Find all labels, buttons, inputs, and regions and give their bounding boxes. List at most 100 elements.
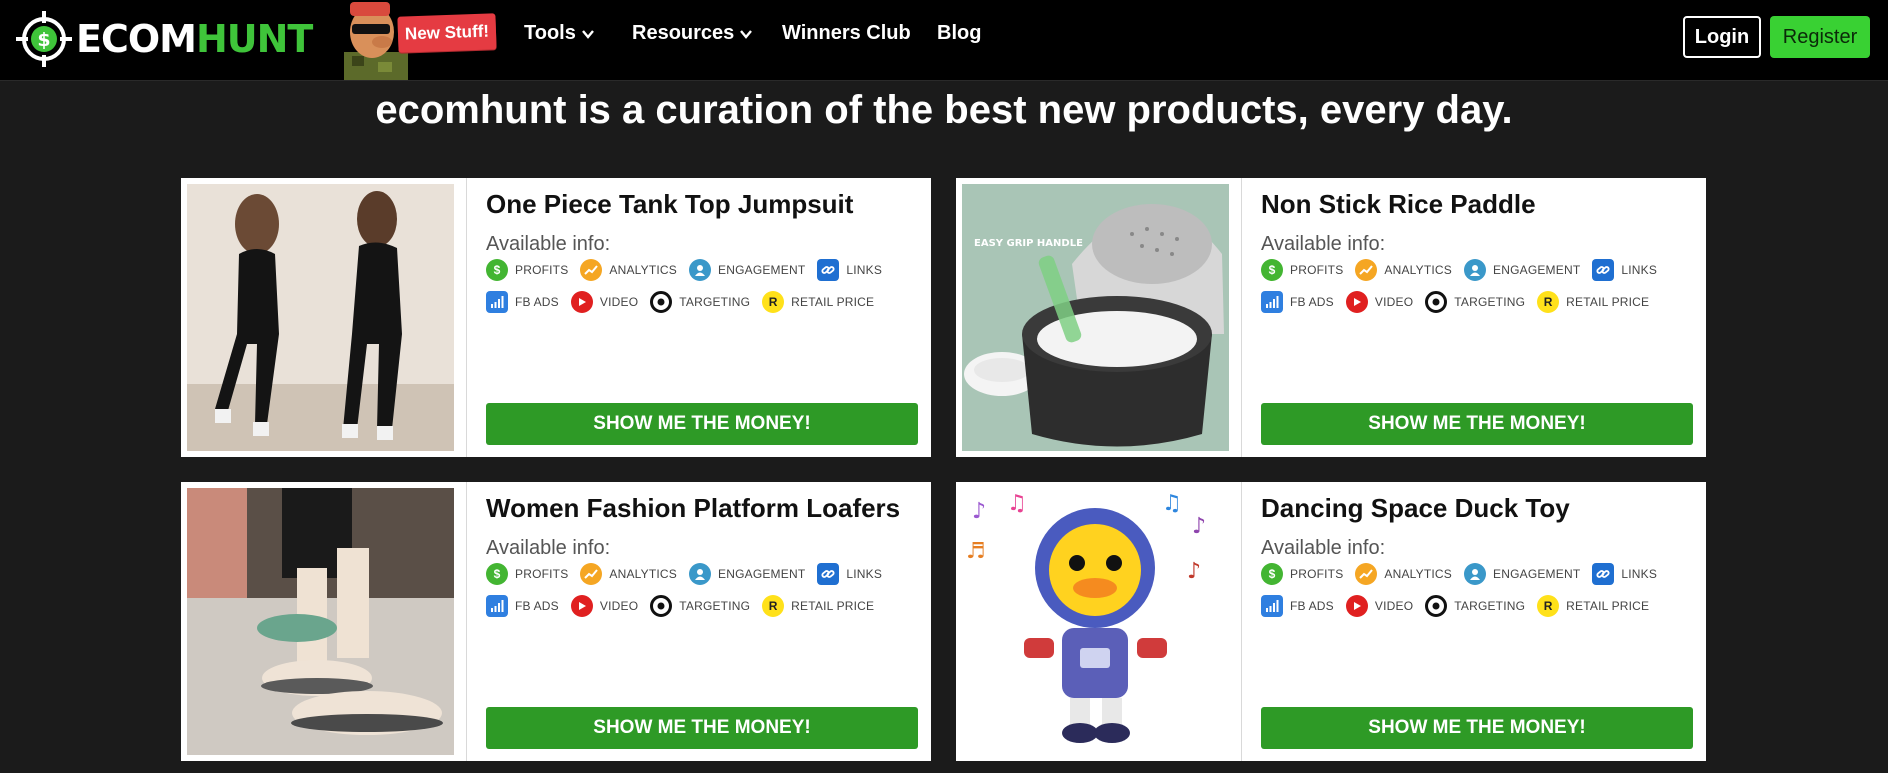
- product-title[interactable]: One Piece Tank Top Jumpsuit: [486, 189, 853, 220]
- tag-links: LINKS: [817, 259, 882, 281]
- dollar-icon: $: [1261, 563, 1283, 585]
- svg-text:♬: ♬: [966, 539, 986, 564]
- show-me-the-money-button[interactable]: SHOW ME THE MONEY!: [486, 403, 918, 445]
- info-tags-row: $ PROFITS ANALYTICS ENGAGEMENT LINKS: [1261, 259, 1669, 281]
- tag-fb-ads: FB ADS: [486, 595, 559, 617]
- tag-video: VIDEO: [570, 291, 638, 313]
- card-divider: [466, 178, 467, 457]
- tag-profits: $ PROFITS: [486, 259, 568, 281]
- card-divider: [466, 482, 467, 761]
- info-tags-row: $ PROFITS ANALYTICS ENGAGEMENT LINKS: [486, 259, 894, 281]
- link-icon: [817, 259, 840, 281]
- product-image[interactable]: [187, 488, 454, 755]
- ecomhunt-logo[interactable]: $ ECOMHUNT: [14, 6, 313, 72]
- target-icon: [650, 595, 673, 617]
- nav-resources[interactable]: Resources: [632, 22, 753, 45]
- available-info-label: Available info:: [1261, 233, 1386, 255]
- user-icon: [689, 259, 712, 281]
- info-tags-row: FB ADS VIDEO TARGETING R RETAIL PRICE: [1261, 291, 1661, 313]
- tag-links: LINKS: [817, 563, 882, 585]
- available-info-label: Available info:: [486, 233, 611, 255]
- product-image[interactable]: [187, 184, 454, 451]
- product-card: ♪ ♫ ♫ ♪ ♬ ♪ Dancing Space Duck Toy Avail…: [956, 482, 1706, 761]
- rice-cooker-paddle-photo: EASY GRIP HANDLE: [962, 184, 1229, 451]
- tag-targeting: TARGETING: [1425, 291, 1525, 313]
- tag-fb-ads: FB ADS: [1261, 291, 1334, 313]
- space-duck-toy-photo: ♪ ♫ ♫ ♪ ♬ ♪: [962, 488, 1229, 755]
- logo-wordmark: ECOMHUNT: [76, 17, 313, 61]
- play-icon: [1345, 595, 1368, 617]
- available-info-label: Available info:: [486, 537, 611, 559]
- tag-engagement: ENGAGEMENT: [1464, 563, 1580, 585]
- nav-resources-label: Resources: [632, 22, 735, 44]
- play-icon: [570, 595, 593, 617]
- tag-profits: $ PROFITS: [486, 563, 568, 585]
- svg-text:♪: ♪: [1187, 559, 1201, 584]
- tag-retail-price: R RETAIL PRICE: [762, 595, 874, 617]
- tag-profits: $ PROFITS: [1261, 563, 1343, 585]
- target-icon: [1425, 291, 1448, 313]
- chevron-down-icon: [581, 29, 594, 39]
- top-navbar: $ ECOMHUNT New Stuff! Tools Resources Wi…: [0, 0, 1888, 81]
- tag-retail-price: R RETAIL PRICE: [1537, 291, 1649, 313]
- user-icon: [689, 563, 712, 585]
- product-title[interactable]: Women Fashion Platform Loafers: [486, 493, 900, 524]
- show-me-the-money-button[interactable]: SHOW ME THE MONEY!: [1261, 403, 1693, 445]
- link-icon: [1592, 259, 1615, 281]
- retail-r-icon: R: [762, 291, 785, 313]
- svg-text:♫: ♫: [1162, 491, 1182, 516]
- svg-text:♪: ♪: [1192, 514, 1206, 539]
- black-jumpsuit-photo: [187, 184, 454, 451]
- dollar-icon: $: [486, 563, 508, 585]
- nav-blog-label: Blog: [937, 22, 982, 44]
- info-tags-row: FB ADS VIDEO TARGETING R RETAIL PRICE: [1261, 595, 1661, 617]
- link-icon: [817, 563, 840, 585]
- dollar-icon: $: [1261, 259, 1283, 281]
- card-divider: [1241, 178, 1242, 457]
- retail-r-icon: R: [762, 595, 785, 617]
- product-title[interactable]: Dancing Space Duck Toy: [1261, 493, 1570, 524]
- retail-r-icon: R: [1537, 291, 1560, 313]
- bar-chart-icon: [1261, 595, 1283, 617]
- show-me-the-money-button[interactable]: SHOW ME THE MONEY!: [1261, 707, 1693, 749]
- product-card: One Piece Tank Top Jumpsuit Available in…: [181, 178, 931, 457]
- play-icon: [570, 291, 593, 313]
- nav-tools-label: Tools: [524, 22, 576, 44]
- register-button[interactable]: Register: [1770, 16, 1870, 58]
- crosshair-dollar-icon: $: [16, 11, 72, 67]
- tag-engagement: ENGAGEMENT: [1464, 259, 1580, 281]
- play-icon: [1345, 291, 1368, 313]
- new-stuff-badge[interactable]: New Stuff!: [397, 13, 497, 53]
- nav-winners-club[interactable]: Winners Club: [782, 22, 911, 45]
- tag-targeting: TARGETING: [1425, 595, 1525, 617]
- available-info-label: Available info:: [1261, 537, 1386, 559]
- show-me-the-money-button[interactable]: SHOW ME THE MONEY!: [486, 707, 918, 749]
- tag-targeting: TARGETING: [650, 291, 750, 313]
- nav-blog[interactable]: Blog: [937, 22, 981, 45]
- tag-video: VIDEO: [1345, 291, 1413, 313]
- tag-fb-ads: FB ADS: [1261, 595, 1334, 617]
- user-icon: [1464, 563, 1487, 585]
- nav-tools[interactable]: Tools: [524, 22, 594, 45]
- chevron-down-icon: [740, 29, 753, 39]
- product-title[interactable]: Non Stick Rice Paddle: [1261, 189, 1536, 220]
- login-button[interactable]: Login: [1683, 16, 1761, 58]
- analytics-icon: [1355, 259, 1378, 281]
- product-card: EASY GRIP HANDLE Non Stick Rice Paddle A…: [956, 178, 1706, 457]
- product-image[interactable]: EASY GRIP HANDLE: [962, 184, 1229, 451]
- product-image[interactable]: ♪ ♫ ♫ ♪ ♬ ♪: [962, 488, 1229, 755]
- svg-text:$: $: [37, 29, 50, 51]
- tag-links: LINKS: [1592, 563, 1657, 585]
- page-headline: ecomhunt is a curation of the best new p…: [375, 88, 1513, 132]
- info-tags-row: $ PROFITS ANALYTICS ENGAGEMENT LINKS: [486, 563, 894, 585]
- retail-r-icon: R: [1537, 595, 1560, 617]
- tag-analytics: ANALYTICS: [1355, 259, 1452, 281]
- target-icon: [1425, 595, 1448, 617]
- dollar-icon: $: [486, 259, 508, 281]
- tag-engagement: ENGAGEMENT: [689, 563, 805, 585]
- user-icon: [1464, 259, 1487, 281]
- info-tags-row: FB ADS VIDEO TARGETING R RETAIL PRICE: [486, 291, 886, 313]
- svg-text:♫: ♫: [1007, 491, 1027, 516]
- tag-retail-price: R RETAIL PRICE: [762, 291, 874, 313]
- tag-targeting: TARGETING: [650, 595, 750, 617]
